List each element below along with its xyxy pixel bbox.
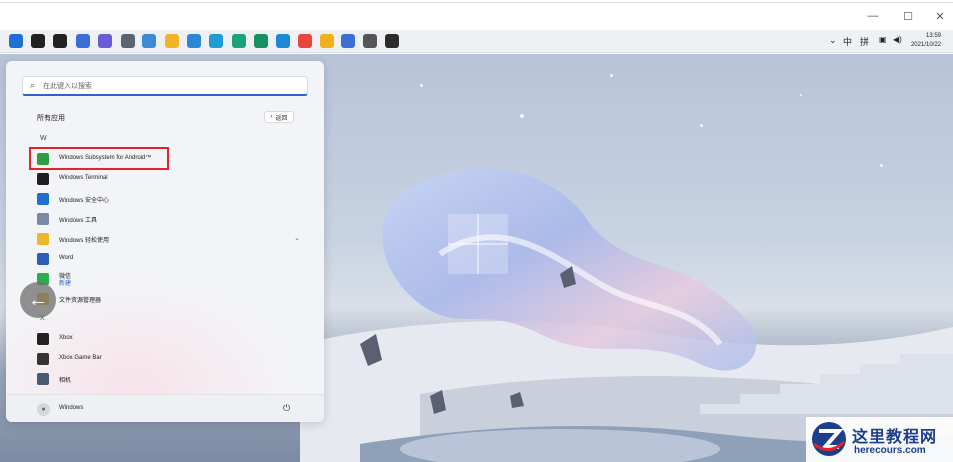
ime-layout-indicator[interactable]: 拼 — [860, 35, 869, 48]
app-list-item[interactable]: Word — [26, 250, 302, 268]
window-title-bar: — ☐ ✕ — [0, 0, 953, 30]
file-explorer-icon[interactable] — [165, 34, 179, 48]
clock-time: 13:59 — [925, 33, 941, 39]
app-list-item[interactable]: 文件资源管理器 — [26, 290, 302, 308]
speaker-icon[interactable]: ◀) — [893, 35, 902, 44]
edge-icon[interactable] — [209, 34, 223, 48]
start-menu: ⌕ 在此键入以搜索 所有应用 ‹ 返回 W Windows Subsystem … — [6, 61, 324, 422]
app-list-item[interactable]: 相机 — [26, 370, 302, 388]
clock-date: 2021/10/22 — [910, 42, 941, 48]
close-button[interactable]: ✕ — [925, 8, 953, 24]
app-label: Windows 安全中心 — [59, 198, 110, 204]
watermark-logo-icon — [812, 422, 846, 456]
camera-icon — [37, 373, 49, 385]
widgets-icon[interactable] — [76, 34, 90, 48]
chrome-dev-icon[interactable] — [363, 34, 377, 48]
maximize-button[interactable]: ☐ — [893, 8, 923, 24]
app-list-item[interactable]: Xbox Game Bar — [26, 350, 302, 368]
shield-icon — [37, 193, 49, 205]
app-label: Xbox Game Bar — [59, 355, 102, 361]
app-list-item[interactable]: 微信 新建 — [26, 270, 302, 288]
app-list-item[interactable]: Xbox — [26, 330, 302, 348]
start-icon[interactable] — [9, 34, 23, 48]
edge-canary-icon[interactable] — [276, 34, 290, 48]
word-icon — [37, 253, 49, 265]
edge-beta-icon[interactable] — [232, 34, 246, 48]
tray-overflow-chevron-icon[interactable]: ⌄ — [829, 35, 837, 46]
edge-dev-icon[interactable] — [254, 34, 268, 48]
search-icon: ⌕ — [30, 80, 36, 90]
all-apps-heading: 所有应用 — [37, 115, 65, 122]
folder-icon — [37, 233, 49, 245]
ime-mode-indicator[interactable]: 中 — [843, 35, 852, 48]
chrome-canary-icon[interactable] — [320, 34, 334, 48]
search-icon[interactable] — [31, 34, 45, 48]
user-name[interactable]: Windows — [59, 405, 83, 411]
back-button-label: 返回 — [275, 115, 288, 122]
xbox-game-bar-icon — [37, 353, 49, 365]
search-placeholder: 在此键入以搜索 — [43, 83, 92, 90]
watermark: 这里教程网 herecours.com — [806, 417, 953, 462]
chrome-icon[interactable] — [298, 34, 312, 48]
wallpaper-stairs — [700, 354, 953, 414]
title-bar-divider — [0, 2, 953, 3]
start-menu-footer: ● Windows ⏻ — [6, 394, 324, 422]
app-list-item[interactable]: Windows 轻松使用 ⌄ — [26, 230, 302, 248]
app-sublabel: 新建 — [59, 281, 72, 287]
taskbar: ⌄ 中 拼 ▣ ◀) 13:59 2021/10/22 — [0, 30, 953, 53]
app-label: Windows Terminal — [59, 175, 108, 181]
app-label: Windows 工具 — [59, 218, 98, 224]
watermark-domain: herecours.com — [854, 445, 926, 456]
terminal-icon — [37, 173, 49, 185]
group-letter-w[interactable]: W — [40, 135, 47, 142]
app-label: Xbox — [59, 335, 73, 341]
app-list-item[interactable]: Windows Terminal — [26, 170, 302, 188]
app-list-item[interactable]: Windows 安全中心 — [26, 190, 302, 208]
highlight-box — [29, 147, 169, 170]
app-label: 文件资源管理器 — [59, 298, 102, 304]
watermark-title: 这里教程网 — [852, 429, 938, 446]
arrow-left-icon[interactable]: ← — [20, 282, 56, 318]
user-avatar-icon[interactable]: ● — [37, 403, 50, 416]
clock[interactable]: 13:59 2021/10/22 — [911, 32, 941, 50]
chat-icon[interactable] — [98, 34, 112, 48]
terminal-icon[interactable] — [385, 34, 399, 48]
control-panel-icon[interactable] — [142, 34, 156, 48]
power-icon[interactable]: ⏻ — [283, 403, 290, 414]
xbox-icon — [37, 333, 49, 345]
chevron-down-icon[interactable]: ⌄ — [294, 234, 300, 242]
chevron-left-icon: ‹ — [270, 114, 273, 120]
start-search-box[interactable]: ⌕ 在此键入以搜索 — [22, 76, 308, 96]
app-label: Word — [59, 255, 74, 261]
back-button[interactable]: ‹ 返回 — [264, 111, 294, 123]
app-list-item[interactable]: Windows 工具 — [26, 210, 302, 228]
chrome-beta-icon[interactable] — [341, 34, 355, 48]
task-view-icon[interactable] — [53, 34, 67, 48]
camera-tray-icon[interactable]: ▣ — [879, 35, 887, 44]
minimize-button[interactable]: — — [858, 8, 888, 24]
settings-icon[interactable] — [121, 34, 135, 48]
app-label: 相机 — [59, 378, 72, 384]
tools-icon — [37, 213, 49, 225]
store-icon[interactable] — [187, 34, 201, 48]
app-label: Windows 轻松使用 — [59, 238, 110, 244]
